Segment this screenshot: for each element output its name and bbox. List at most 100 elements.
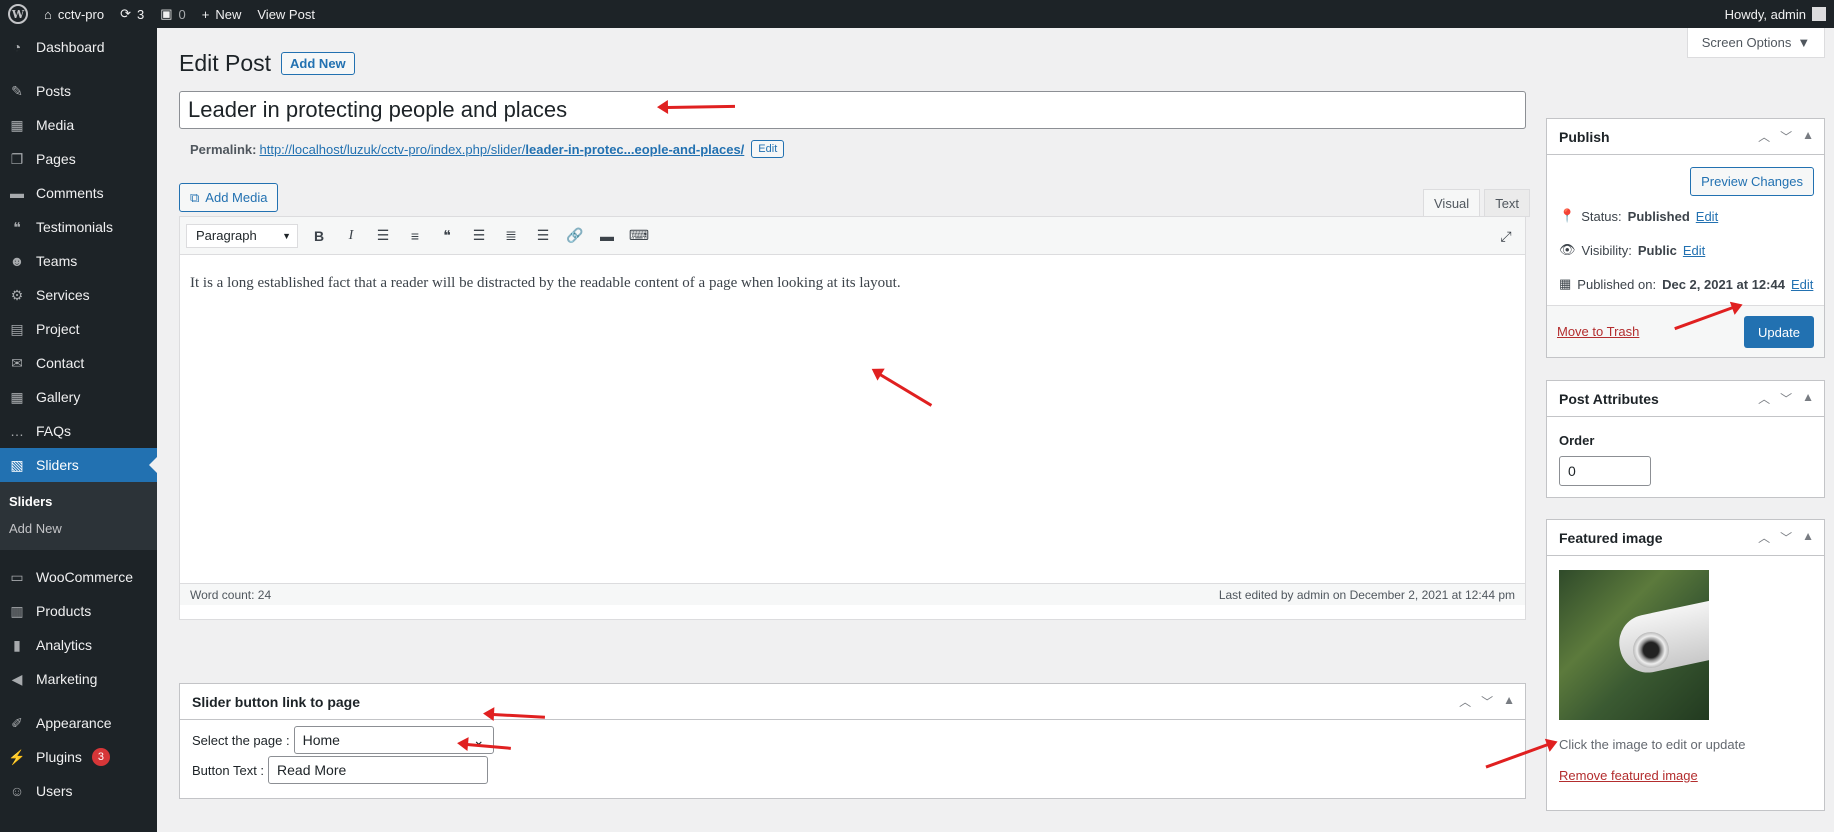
caret-down-icon: ▼ <box>1797 35 1811 50</box>
sidebar-item-services[interactable]: ⚙ Services <box>0 278 157 312</box>
add-media-button[interactable]: ⧉ Add Media <box>179 183 279 212</box>
move-to-trash-link[interactable]: Move to Trash <box>1557 324 1639 339</box>
align-right-icon[interactable]: ☰ <box>532 225 554 247</box>
post-title-input[interactable]: Leader in protecting people and places <box>179 91 1526 129</box>
calendar-icon: ▦ <box>1559 276 1572 291</box>
slider-button-metabox: Slider button link to page ︿ ﹀ ▲ Select … <box>179 683 1526 799</box>
tab-text[interactable]: Text <box>1484 189 1531 217</box>
order-input[interactable]: 0 <box>1559 456 1651 486</box>
sidebar-item-faqs[interactable]: … FAQs <box>0 414 157 448</box>
sidebar-item-posts[interactable]: ✎ Posts <box>0 74 157 108</box>
post-editor: Paragraph ▼ B I ☰ ≡ ❝ ☰ ≣ ☰ 🔗 ▬ ⌨ ⤢ It i… <box>179 216 1526 620</box>
numbered-list-icon[interactable]: ≡ <box>404 225 426 247</box>
permalink-row: Permalink: http://localhost/luzuk/cctv-p… <box>190 140 785 158</box>
move-down-icon[interactable]: ﹀ <box>1481 693 1493 710</box>
my-account[interactable]: Howdy, admin <box>1725 7 1834 22</box>
move-up-icon[interactable]: ︿ <box>1758 529 1770 546</box>
edit-visibility-link[interactable]: Edit <box>1683 243 1705 258</box>
permalink-link[interactable]: http://localhost/luzuk/cctv-pro/index.ph… <box>259 142 744 157</box>
fullscreen-icon[interactable]: ⤢ <box>1495 225 1517 247</box>
collapse-icon[interactable]: ▲ <box>1503 693 1515 710</box>
user-icon: ☺ <box>9 783 25 799</box>
move-down-icon[interactable]: ﹀ <box>1780 529 1792 546</box>
wp-logo-menu[interactable]: W <box>0 0 36 28</box>
collapse-icon[interactable]: ▲ <box>1802 128 1814 145</box>
sidebar-item-pages[interactable]: ❐ Pages <box>0 142 157 176</box>
visibility-row: 👁 Visibility: Public Edit <box>1559 242 1706 258</box>
move-up-icon[interactable]: ︿ <box>1758 128 1770 145</box>
media-icon: ▦ <box>10 116 24 133</box>
sidebar-item-woocommerce[interactable]: ▭ WooCommerce <box>0 560 157 594</box>
new-content-link[interactable]: + New <box>194 0 250 28</box>
sidebar-item-sliders[interactable]: ▧ Sliders <box>0 448 157 482</box>
sidebar-item-dashboard[interactable]: ◔ Dashboard <box>0 30 157 64</box>
view-post-link[interactable]: View Post <box>249 0 323 28</box>
update-button[interactable]: Update <box>1744 316 1814 348</box>
sidebar-item-plugins[interactable]: ⚡ Plugins 3 <box>0 740 157 774</box>
comments-link[interactable]: ▣ 0 <box>152 0 194 28</box>
sidebar-item-products[interactable]: ▥ Products <box>0 594 157 628</box>
sidebar-item-gallery[interactable]: ▦ Gallery <box>0 380 157 414</box>
comment-icon: ▣ <box>160 6 173 21</box>
italic-icon[interactable]: I <box>340 225 362 247</box>
eye-icon: 👁 <box>1559 242 1576 257</box>
edit-permalink-button[interactable]: Edit <box>751 140 785 158</box>
screen-options-button[interactable]: Screen Options ▼ <box>1687 28 1825 58</box>
plus-icon: + <box>201 6 210 22</box>
move-up-icon[interactable]: ︿ <box>1459 693 1471 710</box>
site-name-link[interactable]: ⌂ cctv-pro <box>36 0 112 28</box>
products-icon: ▥ <box>10 602 24 619</box>
sidebar-item-contact[interactable]: ✉ Contact <box>0 346 157 380</box>
edit-date-link[interactable]: Edit <box>1791 277 1813 292</box>
blockquote-icon[interactable]: ❝ <box>436 225 458 247</box>
move-up-icon[interactable]: ︿ <box>1758 390 1770 407</box>
media-icon: ⧉ <box>190 189 200 205</box>
read-more-icon[interactable]: ▬ <box>596 225 618 247</box>
wordpress-logo-icon: W <box>8 4 28 24</box>
brush-icon: ✐ <box>11 714 23 731</box>
bullet-list-icon[interactable]: ☰ <box>372 225 394 247</box>
format-select[interactable]: Paragraph ▼ <box>186 223 298 248</box>
services-icon: ⚙ <box>10 286 24 303</box>
sidebar-item-appearance[interactable]: ✐ Appearance <box>0 706 157 740</box>
move-down-icon[interactable]: ﹀ <box>1780 390 1792 407</box>
toolbar-toggle-icon[interactable]: ⌨ <box>628 225 650 247</box>
editor-statusbar: Word count: 24 Last edited by admin on D… <box>180 583 1525 605</box>
tab-visual[interactable]: Visual <box>1423 189 1481 217</box>
sidebar-item-teams[interactable]: ☻ Teams <box>0 244 157 278</box>
button-text-input[interactable]: Read More <box>268 756 489 784</box>
updates-link[interactable]: ⟳ 3 <box>112 0 152 28</box>
sidebar-item-media[interactable]: ▦ Media <box>0 108 157 142</box>
sidebar-item-marketing[interactable]: ◀ Marketing <box>0 662 157 696</box>
sidebar-item-comments[interactable]: ▬ Comments <box>0 176 157 210</box>
post-attributes-metabox: Post Attributes ︿ ﹀ ▲ Order 0 <box>1546 380 1825 498</box>
align-left-icon[interactable]: ☰ <box>468 225 490 247</box>
dashboard-icon: ◔ <box>12 39 22 55</box>
collapse-icon[interactable]: ▲ <box>1802 390 1814 407</box>
sidebar-item-analytics[interactable]: ▮ Analytics <box>0 628 157 662</box>
avatar <box>1812 7 1826 21</box>
move-down-icon[interactable]: ﹀ <box>1780 128 1792 145</box>
sidebar-item-users[interactable]: ☺ Users <box>0 774 157 808</box>
gallery-icon: ▦ <box>10 388 24 405</box>
testimonial-icon: ❝ <box>13 218 21 235</box>
camera-lens <box>1633 632 1669 668</box>
submenu-item-sliders[interactable]: Sliders <box>0 488 157 515</box>
page-title: Edit Post <box>179 50 272 76</box>
bold-icon[interactable]: B <box>308 225 330 247</box>
collapse-icon[interactable]: ▲ <box>1802 529 1814 546</box>
align-center-icon[interactable]: ≣ <box>500 225 522 247</box>
link-icon[interactable]: 🔗 <box>564 225 586 247</box>
edit-status-link[interactable]: Edit <box>1696 209 1718 224</box>
submenu-item-add-new[interactable]: Add New <box>0 515 157 542</box>
metabox-title: Slider button link to page <box>192 693 360 710</box>
featured-image-thumbnail[interactable] <box>1559 570 1709 720</box>
preview-changes-button[interactable]: Preview Changes <box>1690 167 1814 196</box>
remove-featured-image-link[interactable]: Remove featured image <box>1559 768 1698 783</box>
add-new-button[interactable]: Add New <box>281 52 355 75</box>
sidebar-item-testimonials[interactable]: ❝ Testimonials <box>0 210 157 244</box>
sidebar-item-project[interactable]: ▤ Project <box>0 312 157 346</box>
megaphone-icon: ◀ <box>11 670 23 687</box>
home-icon: ⌂ <box>44 6 52 22</box>
editor-content[interactable]: It is a long established fact that a rea… <box>180 255 1525 583</box>
